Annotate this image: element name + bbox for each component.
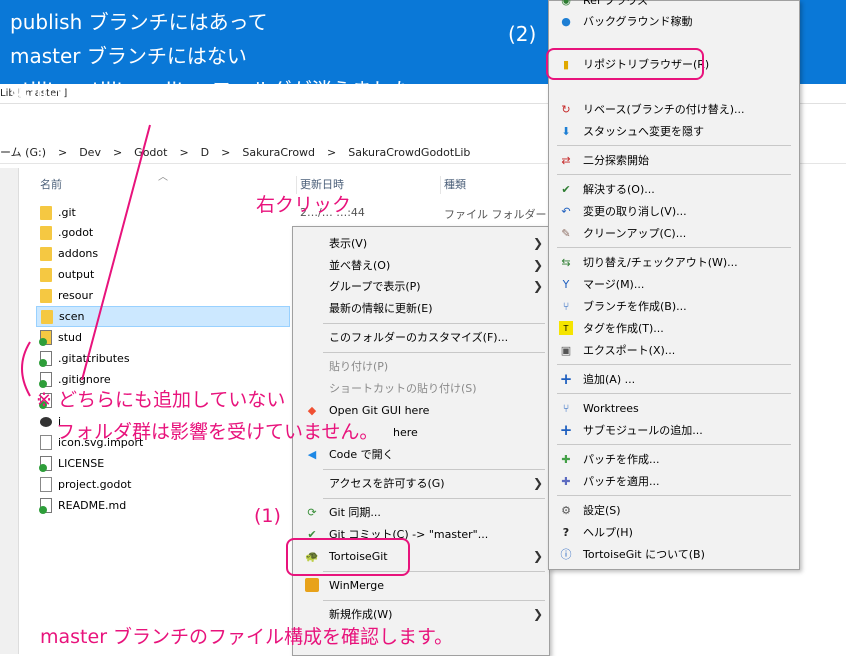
annotation-top-line1: publish ブランチにはあって [10, 10, 268, 34]
annotation-note-line1: ※ どちらにも追加していない [36, 389, 286, 411]
annotation-top-line3: utility, utility_editor フォルダが消えました。 [10, 78, 432, 102]
annotation-top-line2: master ブランチにはない [10, 44, 247, 68]
annotation-note-line2: フォルダ群は影響を受けていません。 [56, 421, 379, 443]
annotation-bottom: master ブランチのファイル構成を確認します。 [40, 626, 454, 648]
annotation-right-click: 右クリック [256, 194, 352, 216]
callout-bracket [21, 341, 31, 397]
annotation-step1: (1) [254, 505, 281, 527]
callout-line [81, 124, 151, 381]
annotation-step2: (2) [508, 22, 537, 46]
